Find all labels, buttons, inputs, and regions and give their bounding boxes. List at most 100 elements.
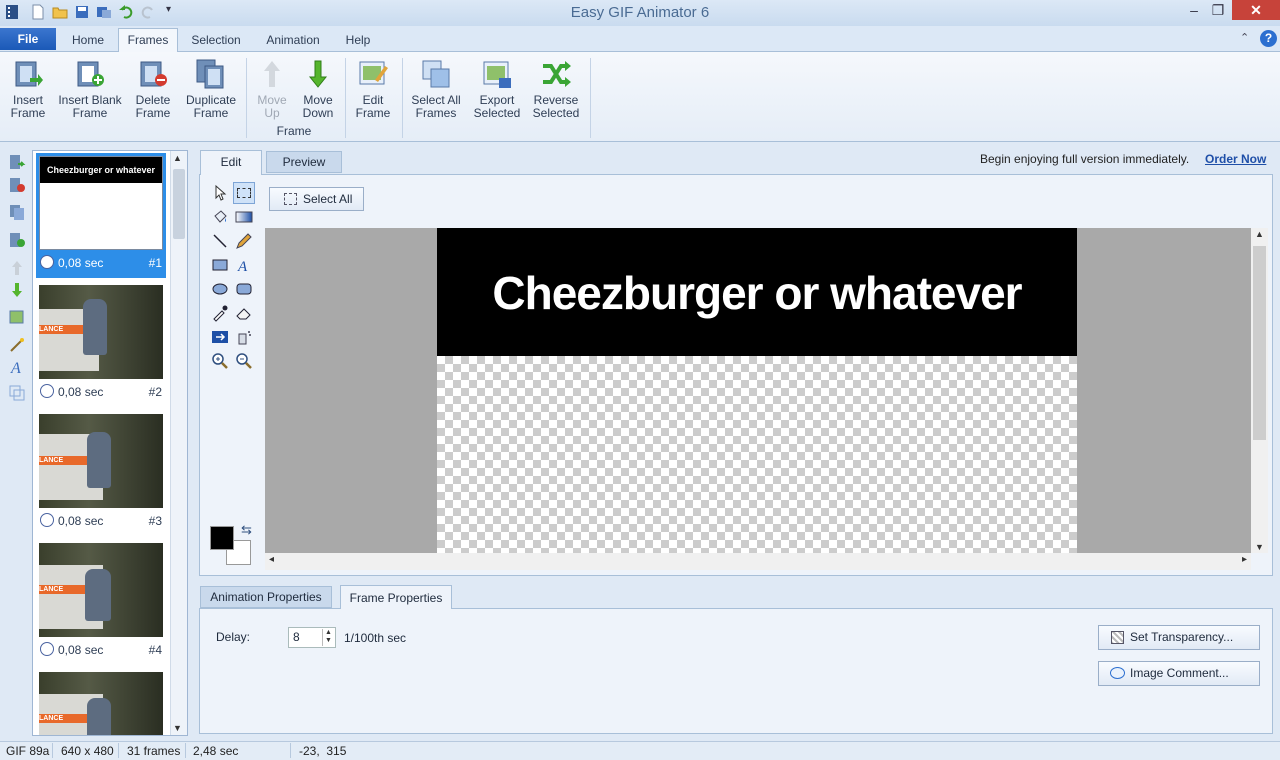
set-transparency-button[interactable]: Set Transparency... — [1098, 625, 1260, 650]
thumbnail-banner-text: Cheezburger or whatever — [40, 157, 162, 183]
swap-colors-icon[interactable]: ⇆ — [241, 522, 252, 538]
insert-frame-icon[interactable] — [8, 153, 26, 171]
zoom-in-icon[interactable] — [211, 352, 229, 370]
select-all-button[interactable]: Select All — [269, 187, 364, 211]
tab-frames[interactable]: Frames — [118, 28, 178, 53]
frame-canvas[interactable]: Cheezburger or whatever — [437, 228, 1077, 553]
maximize-button[interactable]: ❐ — [1204, 0, 1232, 20]
new-file-icon[interactable] — [30, 4, 46, 20]
tab-frame-properties[interactable]: Frame Properties — [340, 585, 452, 609]
redo-icon[interactable] — [140, 4, 156, 20]
delay-stepper[interactable]: 8 ▲ ▼ — [288, 627, 336, 648]
tab-home[interactable]: Home — [66, 30, 110, 52]
shuffle-icon — [543, 61, 571, 87]
move-up-button[interactable]: Move Up — [252, 56, 292, 126]
order-now-link[interactable]: Order Now — [1205, 152, 1266, 166]
frame-item[interactable]: LANCE 0,08 sec #3 — [36, 411, 166, 536]
zoom-out-icon[interactable] — [235, 352, 253, 370]
delay-label: Delay: — [216, 630, 251, 644]
frame-thumbnail: LANCE — [39, 543, 163, 637]
arrow-down-icon[interactable] — [8, 281, 26, 299]
scrollbar-thumb[interactable] — [1253, 246, 1266, 440]
collapse-ribbon-icon[interactable]: ⌃ — [1240, 31, 1249, 44]
resize-tool-icon[interactable] — [211, 328, 229, 346]
clock-icon — [40, 513, 54, 527]
gradient-tool-icon[interactable] — [235, 208, 253, 226]
insert-blank-frame-button[interactable]: Insert Blank Frame — [56, 56, 124, 126]
frame-number: #2 — [148, 385, 162, 399]
insert-frame-button[interactable]: Insert Frame — [4, 56, 52, 126]
status-frame-count: 31 frames — [127, 744, 181, 758]
insert-blank-frame-icon[interactable] — [8, 231, 26, 249]
delete-frame-button[interactable]: Delete Frame — [130, 56, 176, 126]
promo-text: Begin enjoying full version immediately. — [980, 152, 1190, 166]
help-icon[interactable]: ? — [1260, 30, 1277, 47]
edit-frame-icon[interactable] — [8, 308, 26, 326]
frame-delay: 0,08 sec — [58, 256, 104, 270]
export-selected-icon — [483, 61, 511, 88]
insert-frame-icon — [15, 61, 43, 87]
rounded-rect-tool-icon[interactable] — [235, 280, 253, 298]
qat-customize-icon[interactable]: ▾ — [166, 4, 171, 15]
frame-item[interactable]: LANCE — [36, 669, 166, 735]
tab-edit[interactable]: Edit — [200, 150, 262, 175]
rect-select-tool[interactable] — [233, 182, 255, 204]
duplicate-frame-button[interactable]: Duplicate Frame — [182, 56, 240, 126]
stepper-arrows-icon[interactable]: ▲ ▼ — [322, 629, 334, 646]
frame-delay: 0,08 sec — [58, 514, 104, 528]
export-selected-button[interactable]: Export Selected — [472, 56, 522, 126]
tab-selection[interactable]: Selection — [186, 30, 246, 52]
frame-item[interactable]: Cheezburger or whatever 0,08 sec #1 — [36, 153, 166, 278]
paint-bucket-icon[interactable] — [211, 208, 229, 226]
rectangle-tool-icon[interactable] — [211, 256, 229, 274]
frame-list-scrollbar[interactable]: ▲ ▼ — [170, 151, 187, 735]
tab-preview[interactable]: Preview — [266, 151, 342, 173]
frame-item[interactable]: LANCE 0,08 sec #2 — [36, 282, 166, 407]
pointer-tool-icon[interactable] — [211, 184, 229, 202]
open-folder-icon[interactable] — [52, 4, 68, 20]
image-comment-button[interactable]: Image Comment... — [1098, 661, 1260, 686]
tab-file[interactable]: File — [0, 28, 56, 50]
frame-item[interactable]: LANCE 0,08 sec #4 — [36, 540, 166, 665]
arrow-up-icon[interactable] — [8, 259, 26, 277]
canvas-horizontal-scrollbar[interactable]: ◂ ▸ — [265, 553, 1251, 570]
canvas-viewport[interactable]: Cheezburger or whatever — [265, 228, 1251, 553]
ribbon-separator — [402, 58, 403, 138]
duplicate-frame-icon[interactable] — [8, 203, 26, 221]
frame-number: #1 — [148, 256, 162, 270]
tab-animation[interactable]: Animation — [258, 30, 328, 52]
eraser-icon[interactable] — [235, 304, 253, 322]
delete-frame-icon[interactable] — [8, 176, 26, 194]
comment-bubble-icon — [1110, 667, 1125, 679]
transparency-icon — [1111, 631, 1124, 644]
scrollbar-thumb[interactable] — [173, 169, 185, 239]
ribbon-separator — [590, 58, 591, 138]
close-button[interactable]: ✕ — [1232, 0, 1280, 20]
magic-wand-icon[interactable] — [8, 336, 26, 354]
reverse-selected-button[interactable]: Reverse Selected — [528, 56, 584, 126]
text-tool-icon[interactable]: A — [8, 358, 26, 376]
text-tool-icon[interactable]: A — [235, 256, 253, 274]
tab-animation-properties[interactable]: Animation Properties — [200, 586, 332, 608]
frame-thumbnail: LANCE — [39, 672, 163, 735]
arrow-down-icon — [308, 60, 328, 88]
spray-tool-icon[interactable] — [235, 328, 253, 346]
line-tool-icon[interactable] — [211, 232, 229, 250]
layers-icon[interactable] — [8, 384, 26, 402]
save-icon[interactable] — [74, 4, 90, 20]
edit-frame-button[interactable]: Edit Frame — [350, 56, 396, 126]
move-up-label: Move Up — [257, 93, 287, 120]
pen-tool-icon[interactable] — [235, 232, 253, 250]
duplicate-frame-label: Duplicate Frame — [185, 93, 237, 120]
foreground-color-swatch[interactable] — [210, 526, 234, 550]
insert-frame-label: Insert Frame — [10, 93, 46, 120]
save-as-icon[interactable] — [96, 4, 112, 20]
canvas-vertical-scrollbar[interactable]: ▲ ▼ — [1251, 228, 1268, 553]
eyedropper-icon[interactable] — [211, 304, 229, 322]
ellipse-tool-icon[interactable] — [211, 280, 229, 298]
move-down-button[interactable]: Move Down — [296, 56, 340, 126]
clock-icon — [40, 255, 54, 269]
undo-icon[interactable] — [118, 4, 134, 20]
select-all-frames-button[interactable]: Select All Frames — [408, 56, 464, 126]
tab-help[interactable]: Help — [340, 30, 376, 52]
